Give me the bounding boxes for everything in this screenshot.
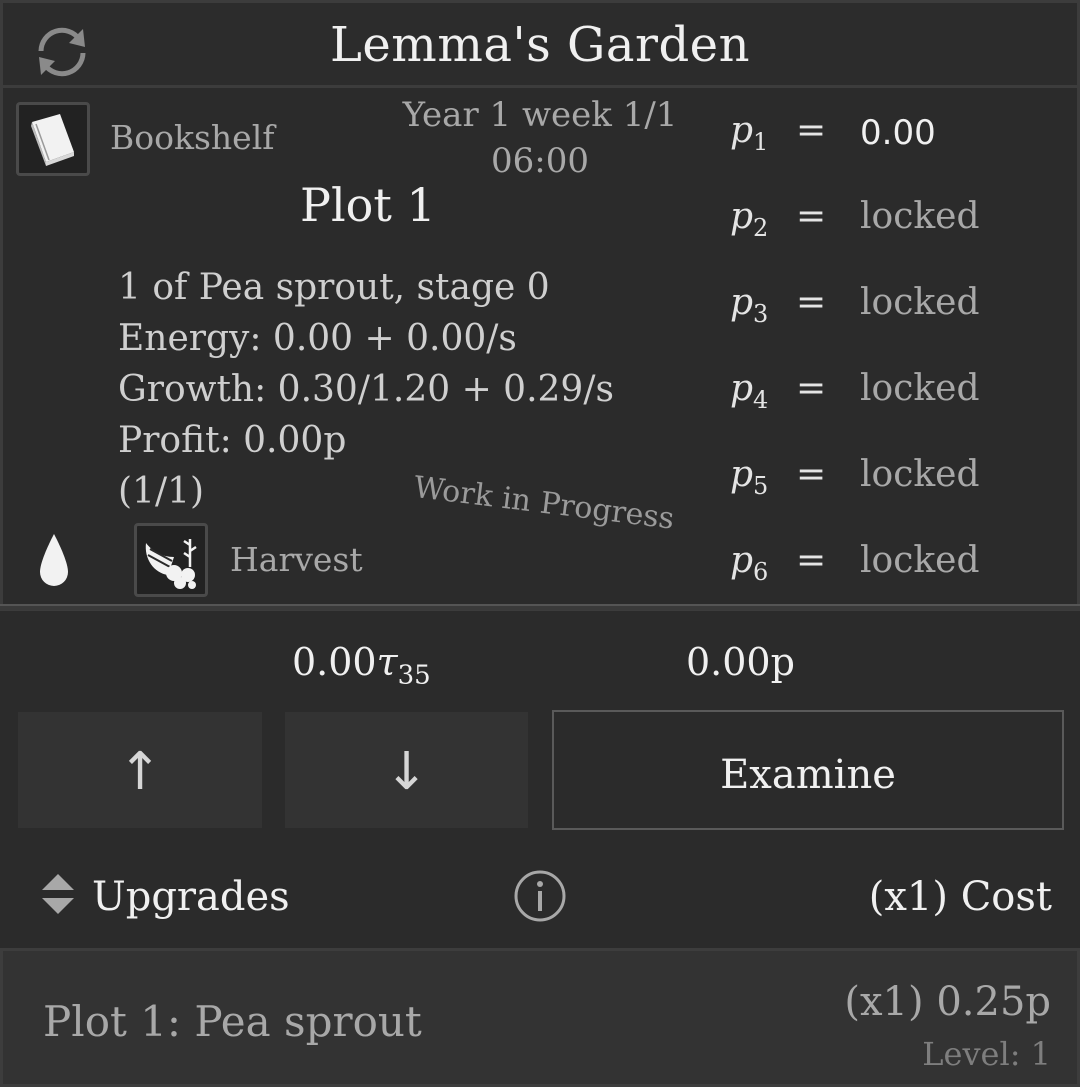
examine-label: Examine <box>720 752 896 798</box>
game-time: Year 1 week 1/1 06:00 <box>390 92 690 184</box>
variable-row-p1: p1 = 0.00 <box>730 110 1070 160</box>
variable-name: p1 <box>730 110 769 157</box>
equals-sign: = <box>796 110 827 151</box>
examine-button[interactable]: Examine <box>552 710 1064 830</box>
panel-divider <box>0 604 1080 610</box>
buy-multiplier-cost[interactable]: (x1) Cost <box>869 874 1052 920</box>
header-bar: Lemma's Garden <box>0 0 1080 88</box>
equals-sign: = <box>796 196 827 237</box>
money-currency: 0.00p <box>686 640 795 684</box>
info-icon[interactable] <box>512 868 568 924</box>
profit-readout: Profit: 0.00p <box>118 420 347 461</box>
energy-readout: Energy: 0.00 + 0.00/s <box>118 318 517 359</box>
bookshelf-label[interactable]: Bookshelf <box>110 118 274 157</box>
variable-value: locked <box>860 282 980 323</box>
upgrade-level: Level: 1 <box>922 1035 1051 1073</box>
upgrade-item[interactable]: Plot 1: Pea sprout (x1) 0.25p Level: 1 <box>0 948 1080 1087</box>
variable-name: p2 <box>730 196 769 243</box>
plot-title: Plot 1 <box>300 178 436 232</box>
move-up-button[interactable]: ↑ <box>18 712 262 828</box>
water-drop-icon[interactable] <box>36 532 72 590</box>
sort-toggle-icon[interactable] <box>40 870 76 918</box>
growth-readout: Growth: 0.30/1.20 + 0.29/s <box>118 369 614 410</box>
upgrade-price: (x1) 0.25p <box>844 979 1051 1025</box>
variable-row-p2: p2 = locked <box>730 196 1070 246</box>
variable-row-p3: p3 = locked <box>730 282 1070 332</box>
crop-stage: 1 of Pea sprout, stage 0 <box>118 267 550 308</box>
variable-name: p3 <box>730 282 769 329</box>
book-icon[interactable] <box>16 102 90 176</box>
move-down-button[interactable]: ↓ <box>285 712 528 828</box>
upgrade-name: Plot 1: Pea sprout <box>43 997 422 1046</box>
variable-row-p5: p5 = locked <box>730 454 1070 504</box>
variable-value: 0.00 <box>860 113 936 153</box>
variable-name: p6 <box>730 540 769 587</box>
equals-sign: = <box>796 540 827 581</box>
arrow-down-icon: ↓ <box>384 742 429 802</box>
cornucopia-icon[interactable] <box>134 523 208 597</box>
variable-name: p4 <box>730 368 769 415</box>
variable-value: locked <box>860 196 980 237</box>
equals-sign: = <box>796 368 827 409</box>
variable-row-p4: p4 = locked <box>730 368 1070 418</box>
variable-value: locked <box>860 368 980 409</box>
equals-sign: = <box>796 454 827 495</box>
variable-row-p6: p6 = locked <box>730 540 1070 590</box>
time-week: Year 1 week 1/1 <box>402 95 678 135</box>
tau-currency: 0.00τ35 <box>292 640 431 691</box>
equals-sign: = <box>796 282 827 323</box>
harvest-label[interactable]: Harvest <box>230 540 363 579</box>
plot-info: 1 of Pea sprout, stage 0 Energy: 0.00 + … <box>118 262 614 517</box>
variable-value: locked <box>860 540 980 581</box>
game-title: Lemma's Garden <box>330 17 750 73</box>
variable-name: p5 <box>730 454 769 501</box>
upgrades-header: Upgrades (x1) Cost <box>0 860 1080 940</box>
arrow-up-icon: ↑ <box>118 742 162 802</box>
upgrades-label: Upgrades <box>92 874 290 920</box>
variable-value: locked <box>860 454 980 495</box>
